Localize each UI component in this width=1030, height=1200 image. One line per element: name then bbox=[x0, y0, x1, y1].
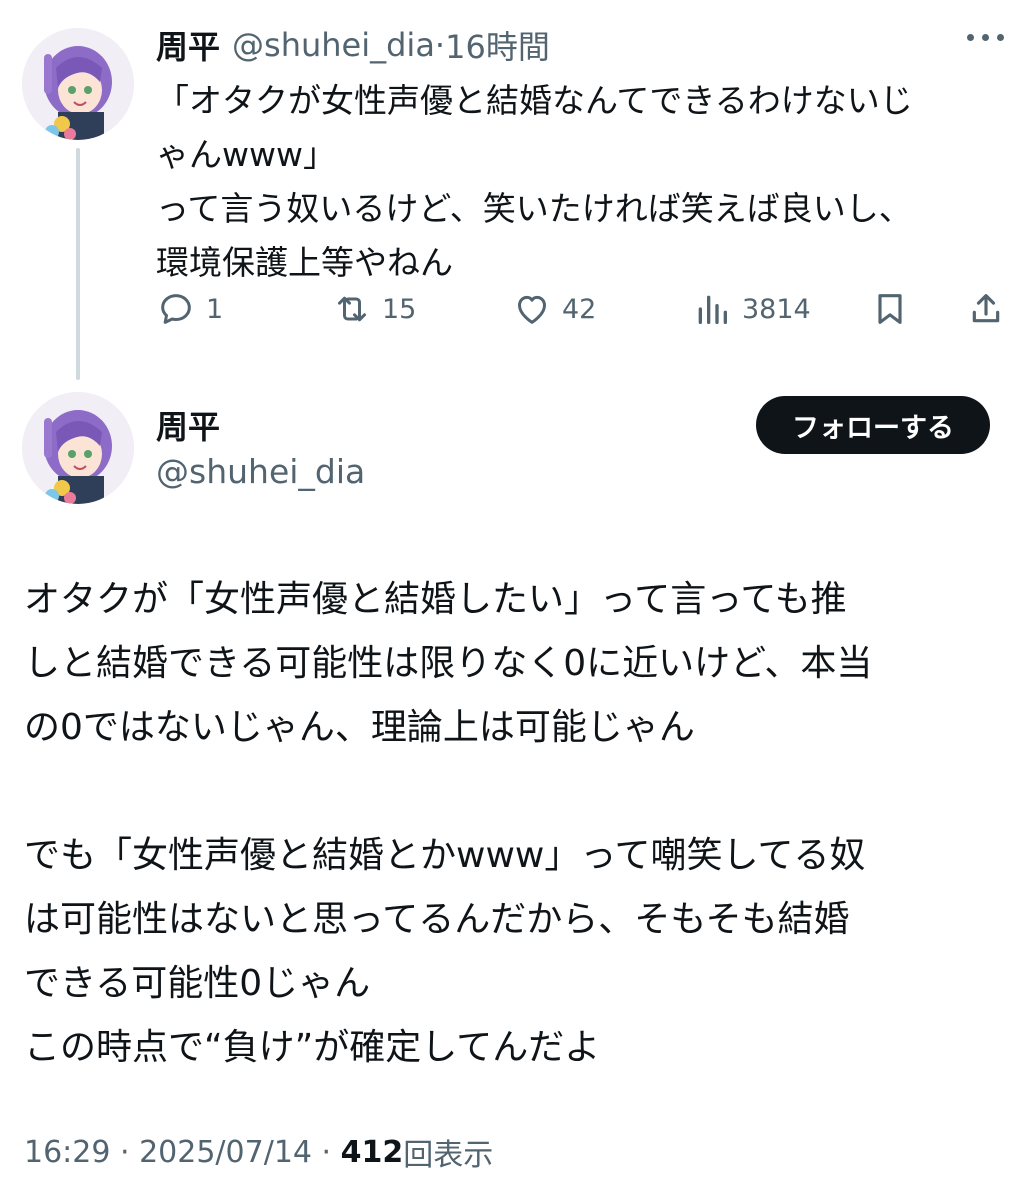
author-name[interactable]: 周平 bbox=[156, 402, 220, 448]
bookmark-icon bbox=[878, 294, 902, 324]
share-button[interactable] bbox=[966, 286, 1006, 332]
author-name[interactable]: 周平 bbox=[156, 22, 220, 68]
reply-button[interactable]: 1 bbox=[156, 286, 223, 332]
view-count[interactable]: 412 bbox=[341, 1135, 404, 1170]
analytics-icon bbox=[698, 295, 727, 324]
separator-dot: · bbox=[434, 26, 446, 64]
retweet-icon bbox=[338, 296, 366, 322]
text-line: は可能性はないと思ってるんだから、そもそも結婚 bbox=[24, 899, 850, 940]
text-line: この時点で“負け”が確定してんだよ bbox=[24, 1027, 601, 1068]
parent-tweet-header: 周平 @shuhei_dia · 16時間 bbox=[156, 22, 550, 68]
separator-dot: · bbox=[312, 1134, 341, 1170]
parent-tweet-actions: 1 15 42 3814 bbox=[156, 286, 1006, 332]
avatar-image bbox=[22, 392, 134, 504]
views-button[interactable]: 3814 bbox=[692, 286, 811, 332]
text-line: ゃんwww」 bbox=[156, 135, 336, 174]
tweet-date[interactable]: 2025/07/14 bbox=[139, 1135, 312, 1170]
text-line: 「オタクが女性声優と結婚なんてできるわけないじ bbox=[156, 81, 913, 120]
author-handle[interactable]: @shuhei_dia bbox=[232, 26, 435, 64]
parent-tweet-avatar[interactable] bbox=[22, 28, 134, 140]
avatar-image bbox=[22, 28, 134, 140]
reply-count: 1 bbox=[206, 293, 224, 325]
retweet-button[interactable]: 15 bbox=[332, 286, 416, 332]
thread-connector-line bbox=[76, 148, 80, 380]
like-count: 42 bbox=[562, 293, 597, 325]
main-tweet-text: オタクが「女性声優と結婚したい」って言っても推 しと結婚できる可能性は限りなく0… bbox=[24, 568, 1014, 1080]
text-line: 環境保護上等やねん bbox=[156, 243, 453, 282]
tweet-meta: 16:29 · 2025/07/14 · 412 回表示 bbox=[24, 1130, 493, 1174]
share-icon bbox=[972, 294, 1000, 323]
separator-dot: · bbox=[110, 1134, 140, 1170]
text-line: の0ではないじゃん、理論上は可能じゃん bbox=[24, 707, 695, 748]
parent-tweet-text: 「オタクが女性声優と結婚なんてできるわけないじ ゃんwww」 って言う奴いるけど… bbox=[156, 74, 1006, 290]
retweet-count: 15 bbox=[382, 293, 417, 325]
author-handle[interactable]: @shuhei_dia bbox=[156, 452, 365, 491]
text-line: でも「女性声優と結婚とかwww」って嘲笑してる奴 bbox=[24, 835, 866, 876]
more-icon[interactable] bbox=[967, 34, 1004, 41]
text-line: オタクが「女性声優と結婚したい」って言っても推 bbox=[24, 579, 847, 620]
reply-icon bbox=[161, 294, 191, 324]
tweet-time[interactable]: 16時間 bbox=[445, 22, 550, 68]
follow-button[interactable]: フォローする bbox=[756, 396, 990, 454]
tweet-time[interactable]: 16:29 bbox=[24, 1135, 110, 1170]
views-count: 3814 bbox=[742, 293, 811, 325]
main-tweet-avatar[interactable] bbox=[22, 392, 134, 504]
text-line: できる可能性0じゃん bbox=[24, 963, 371, 1004]
text-line: しと結婚できる可能性は限りなく0に近いけど、本当 bbox=[24, 643, 873, 684]
heart-icon bbox=[518, 295, 546, 324]
like-button[interactable]: 42 bbox=[512, 286, 596, 332]
bookmark-button[interactable] bbox=[870, 286, 910, 332]
text-line: って言う奴いるけど、笑いたければ笑えば良いし、 bbox=[156, 189, 912, 228]
view-label: 回表示 bbox=[403, 1138, 494, 1173]
